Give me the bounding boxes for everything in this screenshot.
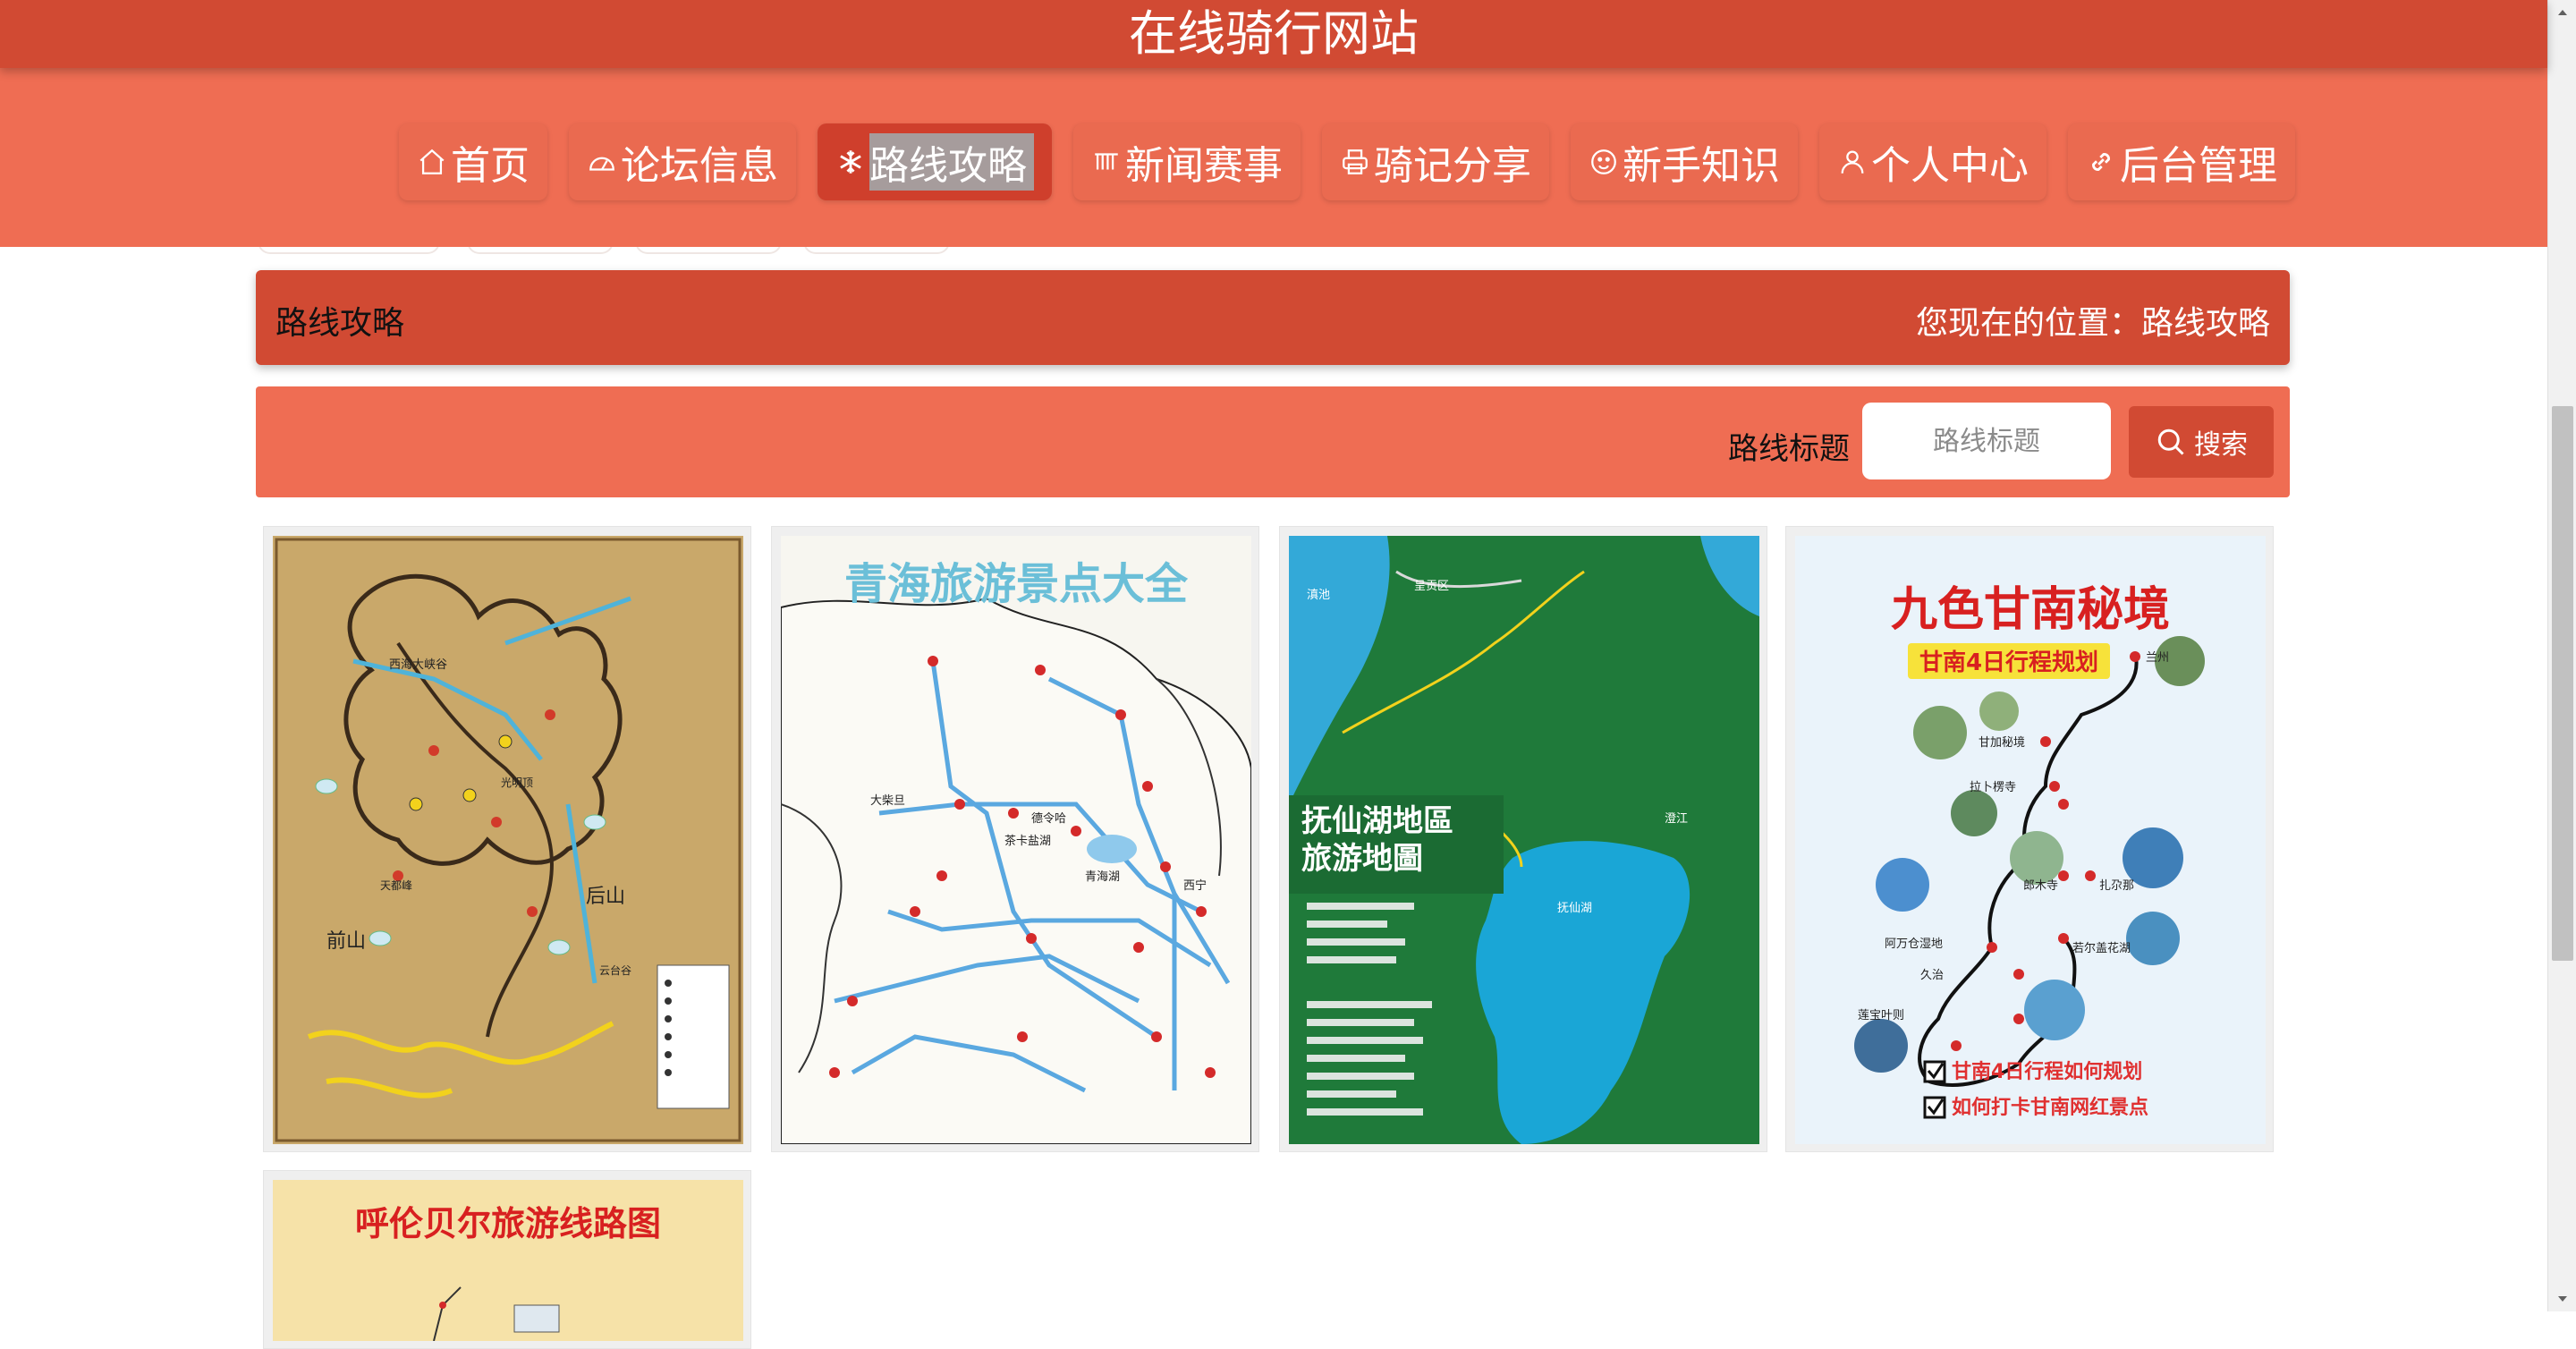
map-title: 呼伦贝尔旅游线路图 [355,1203,661,1243]
map-label-delingha: 德令哈 [1031,811,1066,825]
map-title: 九色甘南秘境 [1891,583,2170,637]
smile-icon [1589,147,1619,177]
search-button[interactable]: 搜索 [2129,406,2274,478]
map-title: 青海旅游景点大全 [844,559,1189,609]
nav-item-forum[interactable]: 论坛信息 [569,123,796,200]
search-bar: 路线标题 搜索 [256,386,2290,497]
nav-label: 后台管理 [2120,143,2277,189]
search-label: 路线标题 [1728,431,1850,467]
map-title-line2: 旅游地圖 [1301,841,1423,877]
nav-item-profile[interactable]: 个人中心 [1819,123,2046,200]
search-input[interactable] [1862,403,2111,479]
gauge-icon [587,147,617,177]
map-label-xihai: 西海大峡谷 [389,658,447,671]
map-label-ruoergai: 若尔盖花湖 [2072,941,2131,954]
map-label-guangming: 光明顶 [501,776,533,789]
nav-label: 路线攻略 [869,133,1034,191]
snowflake-icon [835,147,866,177]
map-label-qianshan: 前山 [326,929,366,952]
map-label-labuleng: 拉卜楞寺 [1970,780,2016,793]
map-label-dianchi: 滇池 [1307,588,1330,601]
nav-item-share[interactable]: 骑记分享 [1322,123,1549,200]
search-icon [2157,428,2184,455]
nav-item-admin[interactable]: 后台管理 [2068,123,2295,200]
nav-menu: 首页 论坛信息 路线攻略 新闻赛事 骑记分享 新手知识 个人中心 后台管理 [399,123,2295,204]
map-title-line1: 抚仙湖地區 [1301,803,1453,839]
map-label-houshan: 后山 [586,885,625,907]
site-title: 在线骑行网站 [1129,5,1419,62]
nav-label: 论坛信息 [621,143,778,189]
map-label-yungu: 云台谷 [599,963,631,977]
nav-item-routes[interactable]: 路线攻略 [818,123,1052,200]
scroll-up-icon[interactable] [2555,5,2570,20]
map-label-chengjiang: 澄江 [1665,811,1688,825]
nav-label: 个人中心 [1871,143,2029,189]
nav-label: 新闻赛事 [1125,143,1283,189]
nav-item-news[interactable]: 新闻赛事 [1073,123,1301,200]
map-label-xining: 西宁 [1183,878,1207,892]
home-icon [417,147,447,177]
breadcrumb: 您现在的位置：路线攻略 [1915,305,2270,342]
scroll-down-icon[interactable] [2555,1292,2570,1306]
search-button-label: 搜索 [2194,429,2248,461]
route-card[interactable]: 前山 后山 西海大峡谷 云台谷 光明顶 天都峰 [263,526,751,1152]
map-label-chaka: 茶卡盐湖 [1004,834,1051,847]
route-map-image: 呼伦贝尔旅游线路图 [273,1180,743,1341]
route-card[interactable]: 呼伦贝尔旅游线路图 [263,1170,751,1349]
site-header: 在线骑行网站 [0,0,2547,68]
printer-icon [1340,147,1370,177]
route-map-image: 九色甘南秘境 甘南4日行程规划 兰州 甘加秘境 拉卜楞寺 郎木寺 扎尕那 若尔盖… [1795,536,2266,1144]
nav-label: 骑记分享 [1374,143,1531,189]
route-card[interactable]: 九色甘南秘境 甘南4日行程规划 兰州 甘加秘境 拉卜楞寺 郎木寺 扎尕那 若尔盖… [1785,526,2274,1152]
page-title: 路线攻略 [275,305,405,342]
map-label-tiandu: 天都峰 [380,879,412,892]
map-label-fuxianhu: 抚仙湖 [1557,901,1592,914]
map-note: 如何打卡甘南网红景点 [1952,1096,2148,1119]
nav-bar: 首页 论坛信息 路线攻略 新闻赛事 骑记分享 新手知识 个人中心 后台管理 [0,68,2547,247]
route-card[interactable]: 青海旅游景点大全 大柴旦 德令哈 青海湖 西宁 茶卡盐湖 [771,526,1259,1152]
map-label-ganjia: 甘加秘境 [1979,735,2025,749]
map-label-lianbao: 莲宝叶则 [1858,1008,1904,1022]
nav-item-home[interactable]: 首页 [399,123,547,200]
page-header-bar: 路线攻略 您现在的位置：路线攻略 [256,270,2290,365]
map-label-jiuzhi: 久治 [1920,968,1944,981]
route-map-image: 抚仙湖地區 旅游地圖 滇池 呈贡区 澄江 抚仙湖 [1289,536,1759,1144]
map-label-qinghaihu: 青海湖 [1085,870,1120,883]
map-label-dachaidan: 大柴旦 [870,793,905,807]
map-label-awancang: 阿万仓湿地 [1885,937,1943,950]
map-label-chenggong: 呈贡区 [1414,579,1449,592]
route-map-image: 前山 后山 西海大峡谷 云台谷 光明顶 天都峰 [273,536,743,1144]
map-label-langmu: 郎木寺 [2023,878,2058,892]
page-scrollbar[interactable] [2547,0,2576,1311]
route-map-image: 青海旅游景点大全 大柴旦 德令哈 青海湖 西宁 茶卡盐湖 [781,536,1251,1144]
nav-item-beginner[interactable]: 新手知识 [1571,123,1798,200]
map-subtitle: 甘南4日行程规划 [1919,649,2098,676]
map-note: 甘南4日行程如何规划 [1952,1060,2142,1083]
map-label-lanzhou: 兰州 [2146,650,2169,664]
route-card[interactable]: 抚仙湖地區 旅游地圖 滇池 呈贡区 澄江 抚仙湖 [1279,526,1767,1152]
grid-icon [1091,147,1122,177]
scroll-thumb[interactable] [2552,406,2573,961]
nav-label: 首页 [451,143,530,189]
link-icon [2086,147,2116,177]
user-icon [1837,147,1868,177]
map-label-zhagana: 扎尕那 [2099,878,2134,892]
nav-label: 新手知识 [1623,143,1780,189]
